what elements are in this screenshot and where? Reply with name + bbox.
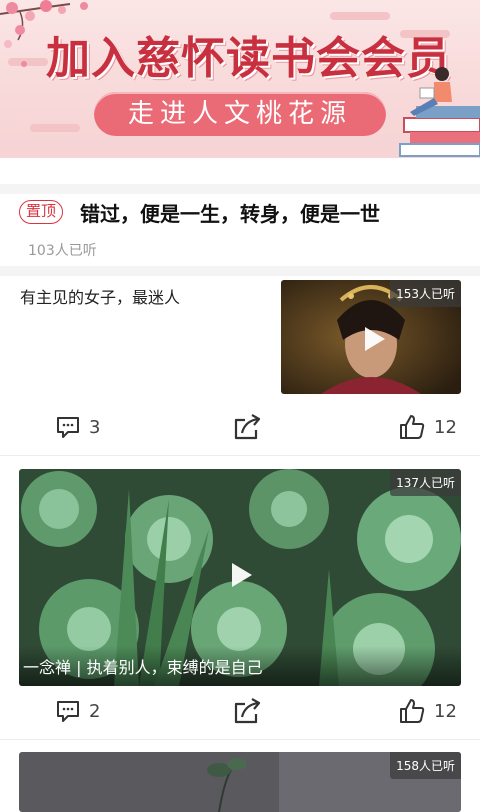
spacer [0,158,480,184]
listen-count-badge: 158人已听 [390,752,461,779]
card-title[interactable]: 有主见的女子，最迷人 [20,284,180,308]
share-button[interactable] [233,691,263,731]
play-icon[interactable] [232,563,252,587]
pinned-post[interactable]: 置顶 错过，便是一生，转身，便是一世 103人已听 [0,194,480,264]
section-divider [0,266,480,276]
reading-girl-on-books-icon [399,67,480,157]
like-count: 12 [434,416,457,438]
promo-banner[interactable]: 加入慈怀读书会会员 走进人文桃花源 [0,0,480,158]
comment-button[interactable]: 2 [55,691,100,731]
like-button[interactable]: 12 [398,691,457,731]
comment-button[interactable]: 3 [55,407,100,447]
card-actions: 2 12 [0,691,480,731]
video-thumbnail[interactable]: 137人已听 一念禅 | 执着别人，束缚的是自己 [19,469,461,686]
share-button[interactable] [233,407,263,447]
listen-count-badge: 153人已听 [390,280,461,307]
listen-count-badge: 137人已听 [390,469,461,496]
card-divider [0,455,480,456]
share-icon [234,698,261,724]
card-actions: 3 12 [0,407,480,447]
comment-icon [57,701,79,722]
comment-count: 3 [89,416,101,438]
thumbs-up-icon [400,699,425,723]
section-divider [0,184,480,194]
banner-subtitle: 走进人文桃花源 [94,92,386,136]
pinned-post-title[interactable]: 错过，便是一生，转身，便是一世 [80,198,380,227]
pinned-listen-count: 103人已听 [28,243,97,259]
video-thumbnail[interactable]: 158人已听 [19,752,461,812]
like-count: 12 [434,700,457,722]
share-icon [234,414,261,440]
comment-icon [57,417,79,438]
pinned-badge: 置顶 [19,200,64,224]
like-button[interactable]: 12 [398,407,457,447]
banner-title: 加入慈怀读书会会员 [46,33,451,84]
thumbs-up-icon [400,415,425,439]
banner-decoration [330,12,390,20]
card-title[interactable]: 一念禅 | 执着别人，束缚的是自己 [19,646,461,686]
video-thumbnail[interactable]: 153人已听 [281,280,461,394]
play-icon[interactable] [365,327,385,351]
card-divider [0,739,480,740]
comment-count: 2 [89,700,101,722]
banner-decoration [30,124,80,132]
